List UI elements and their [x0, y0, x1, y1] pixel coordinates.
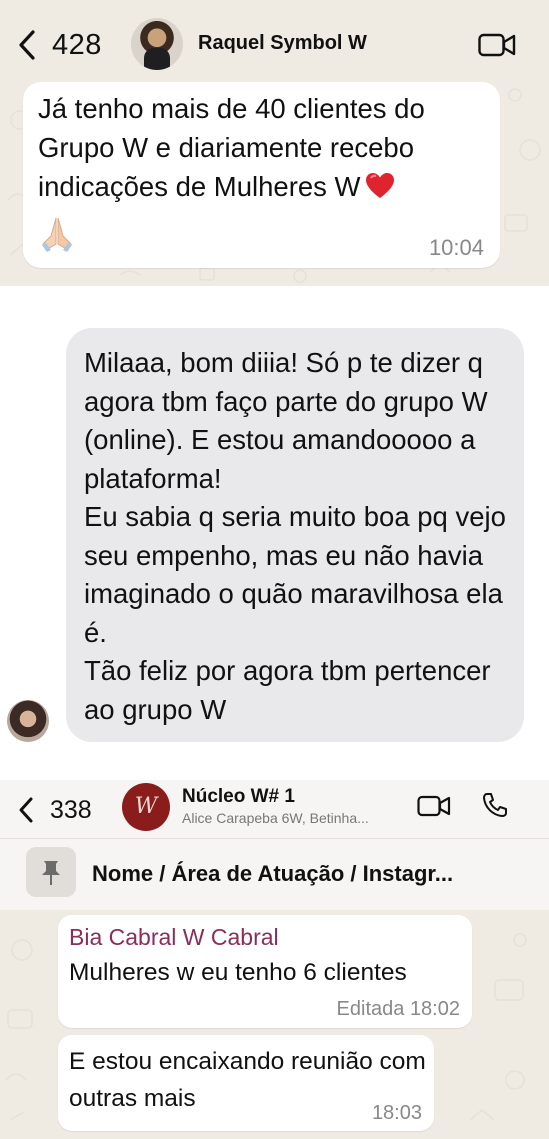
message-sender[interactable]: Bia Cabral W Cabral: [69, 924, 279, 951]
back-button[interactable]: 338: [18, 788, 92, 832]
message-meta: Editada 18:02: [337, 998, 460, 1021]
imessage-conversation: Milaaa, bom diiia! Só p te dizer q agora…: [0, 286, 549, 780]
message-text: Já tenho mais de 40 clientes do Grupo W …: [38, 93, 425, 202]
imessage-bubble[interactable]: Milaaa, bom diiia! Só p te dizer q agora…: [66, 328, 524, 742]
folded-hands-emoji: [42, 217, 72, 252]
sender-avatar[interactable]: [7, 700, 49, 742]
video-call-icon[interactable]: [417, 795, 451, 817]
group-avatar-logo: W: [134, 794, 158, 819]
pinned-message-text: Nome / Área de Atuação / Instagr...: [92, 861, 454, 886]
group-header: 338 W Núcleo W# 1 Alice Carapeba 6W, Bet…: [0, 780, 549, 838]
whatsapp-group-chat: 338 W Núcleo W# 1 Alice Carapeba 6W, Bet…: [0, 780, 549, 1139]
message-text: Mulheres w eu tenho 6 clientes: [69, 959, 407, 986]
message-time: 18:02: [409, 998, 460, 1020]
group-message[interactable]: Bia Cabral W Cabral Mulheres w eu tenho …: [58, 915, 472, 1028]
message-time: 18:03: [371, 1102, 422, 1124]
phone-call-icon[interactable]: [482, 792, 508, 818]
pin-icon-box: [26, 847, 76, 897]
whatsapp-chat-raquel: 428 Raquel Symbol W Já tenho mais de 40 …: [0, 0, 549, 286]
group-message[interactable]: E estou encaixando reunião com outras ma…: [58, 1035, 434, 1131]
edited-label: Editada: [336, 998, 405, 1020]
group-name[interactable]: Núcleo W# 1: [182, 786, 295, 808]
incoming-message[interactable]: Já tenho mais de 40 clientes do Grupo W …: [23, 82, 500, 268]
unread-count: 428: [52, 28, 102, 61]
video-call-icon[interactable]: [478, 33, 516, 57]
contact-avatar[interactable]: [131, 18, 183, 70]
pin-icon: [42, 861, 60, 885]
back-chevron-icon: [19, 797, 33, 823]
pinned-message-bar[interactable]: Nome / Área de Atuação / Instagr...: [0, 838, 549, 910]
back-chevron-icon: [19, 30, 35, 60]
contact-name[interactable]: Raquel Symbol W: [198, 32, 367, 55]
imessage-text: Milaaa, bom diiia! Só p te dizer q agora…: [84, 344, 514, 729]
imessage-paragraph: Tão feliz por agora tbm pertencer ao gru…: [84, 655, 491, 725]
chat-header: 428 Raquel Symbol W: [0, 0, 549, 88]
red-heart-emoji: [365, 173, 394, 198]
group-members[interactable]: Alice Carapeba 6W, Betinha...: [182, 810, 369, 826]
imessage-paragraph: Eu sabia q seria muito boa pq vejo seu e…: [84, 501, 506, 648]
message-time: 10:04: [428, 235, 484, 260]
group-avatar[interactable]: W: [122, 783, 170, 831]
unread-count: 338: [50, 795, 92, 824]
imessage-paragraph: Milaaa, bom diiia! Só p te dizer q agora…: [84, 347, 488, 494]
back-button[interactable]: 428: [18, 24, 108, 66]
